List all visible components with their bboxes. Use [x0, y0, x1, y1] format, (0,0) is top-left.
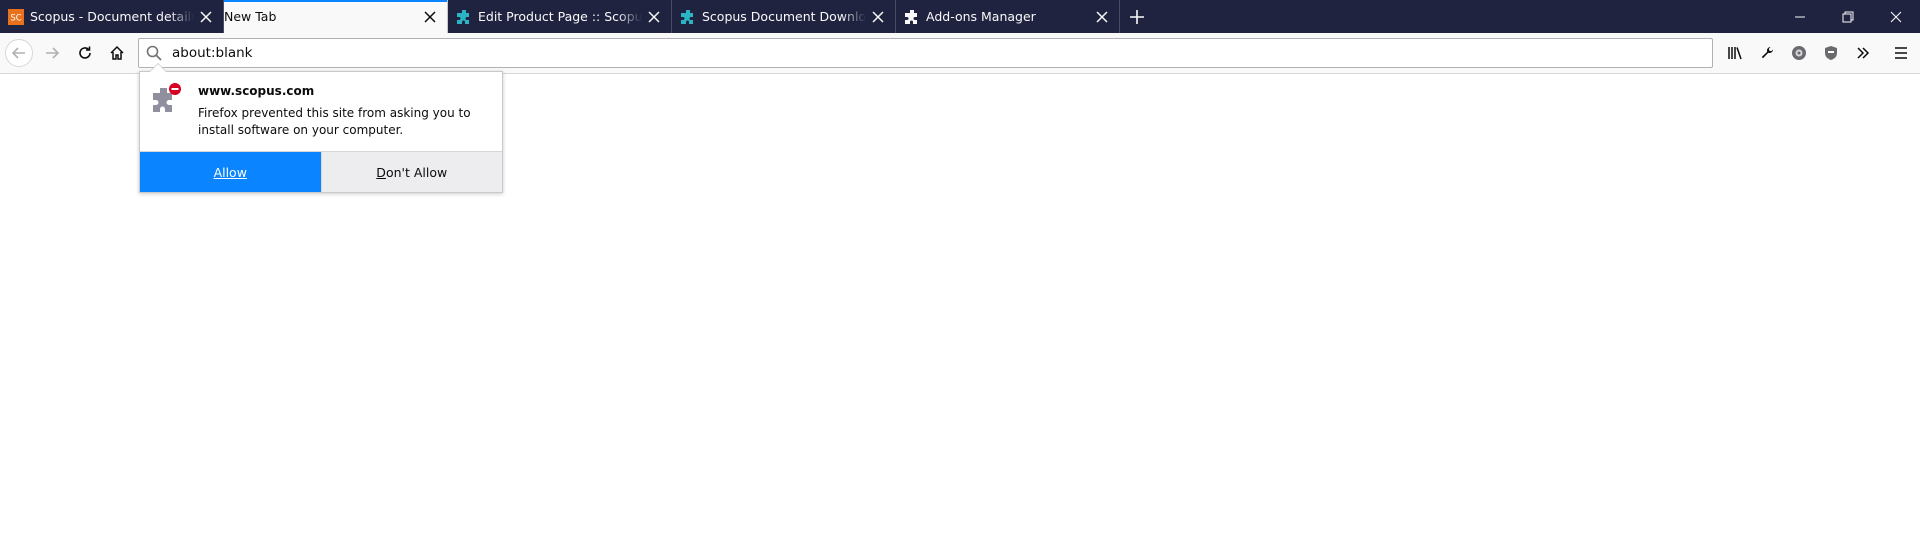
close-window-button[interactable] — [1872, 0, 1920, 33]
wrench-icon — [1761, 46, 1773, 59]
extension-button[interactable] — [1785, 39, 1813, 67]
tab-edit-product-page[interactable]: Edit Product Page :: Scopus Do — [448, 0, 672, 33]
close-tab-icon[interactable] — [198, 9, 214, 25]
popup-site-name: www.scopus.com — [198, 84, 315, 98]
tab-strip: SC Scopus - Document details | Sig New T… — [0, 0, 1920, 33]
home-button[interactable] — [103, 39, 131, 67]
shield-icon — [1825, 46, 1837, 60]
tab-label: Edit Product Page :: Scopus Do — [478, 9, 642, 24]
back-arrow-icon — [11, 47, 25, 59]
forward-arrow-icon — [46, 47, 60, 59]
dont-allow-label-rest: on't Allow — [385, 164, 448, 180]
overflow-button[interactable] — [1849, 39, 1877, 67]
developer-button[interactable] — [1753, 39, 1781, 67]
popup-button-row: Allow Don't Allow — [140, 151, 502, 192]
close-tab-icon[interactable] — [646, 9, 662, 25]
tab-label: New Tab — [224, 9, 277, 24]
close-tab-icon[interactable] — [1094, 9, 1110, 25]
restore-button[interactable] — [1824, 0, 1872, 33]
address-bar[interactable]: about:blank — [138, 38, 1713, 68]
ublock-button[interactable] — [1817, 39, 1845, 67]
tab-new-tab[interactable]: New Tab — [224, 0, 448, 33]
reload-icon — [79, 46, 91, 59]
new-tab-button[interactable] — [1120, 0, 1154, 33]
restore-icon — [1842, 11, 1854, 22]
chevrons-right-icon — [1857, 47, 1870, 59]
close-icon — [1890, 11, 1902, 22]
close-tab-icon[interactable] — [870, 9, 886, 25]
menu-button[interactable] — [1887, 39, 1915, 67]
tab-label: Add-ons Manager — [926, 9, 1036, 24]
search-icon — [146, 45, 162, 61]
minimize-icon — [1795, 16, 1805, 17]
tab-scopus-document-details[interactable]: SC Scopus - Document details | Sig — [0, 0, 224, 33]
allow-button[interactable]: Allow — [140, 152, 321, 192]
library-icon — [1728, 47, 1742, 60]
tab-label: Scopus Document Download M — [702, 9, 866, 24]
popup-message: Firefox prevented this site from asking … — [198, 106, 471, 137]
minimize-button[interactable] — [1776, 0, 1824, 33]
back-button[interactable] — [5, 39, 33, 67]
library-button[interactable] — [1721, 39, 1749, 67]
scopus-favicon-text: SC — [10, 13, 21, 23]
window-controls — [1776, 0, 1920, 33]
blocked-puzzle-icon — [150, 82, 184, 116]
hamburger-menu-icon — [1895, 47, 1907, 59]
forward-button[interactable] — [38, 39, 66, 67]
home-icon — [110, 45, 124, 60]
reload-button[interactable] — [71, 39, 99, 67]
addon-install-blocked-popup: www.scopus.com Firefox prevented this si… — [139, 63, 503, 193]
dont-allow-access-key: D — [376, 164, 386, 180]
tab-scopus-document-download[interactable]: Scopus Document Download M — [672, 0, 896, 33]
popup-arrow — [149, 63, 167, 72]
teal-puzzle-icon — [456, 9, 472, 25]
dont-allow-button[interactable]: Don't Allow — [320, 152, 502, 192]
plus-icon — [1130, 9, 1144, 24]
scopus-sc-icon: SC — [8, 8, 24, 25]
close-tab-icon[interactable] — [422, 9, 438, 25]
navigation-toolbar: about:blank — [0, 33, 1920, 74]
puzzle-icon — [904, 9, 920, 25]
teal-puzzle-icon — [680, 9, 696, 25]
tab-label: Scopus - Document details | Sig — [30, 9, 194, 24]
tab-add-ons-manager[interactable]: Add-ons Manager — [896, 0, 1120, 33]
url-text[interactable]: about:blank — [172, 45, 252, 61]
extension-circle-icon — [1792, 46, 1806, 60]
